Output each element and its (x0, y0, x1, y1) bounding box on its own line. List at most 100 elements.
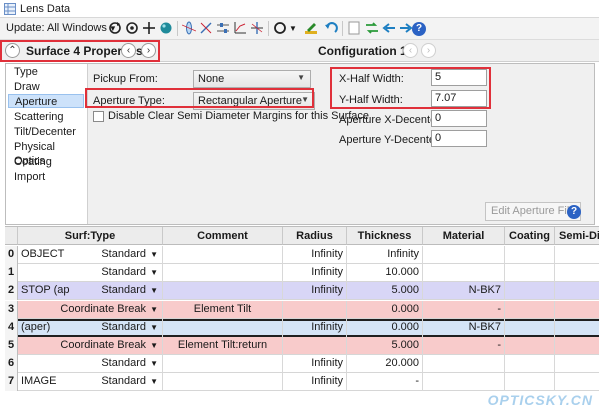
column-header-coating[interactable]: Coating (505, 227, 555, 245)
comment-cell[interactable] (163, 318, 283, 337)
radius-cell[interactable]: Infinity (283, 318, 347, 337)
axes-icon[interactable] (233, 21, 247, 35)
coating-cell[interactable] (505, 264, 555, 283)
semi-diameter-cell[interactable] (555, 355, 599, 373)
ball-icon[interactable] (159, 21, 173, 35)
next-surface-button[interactable]: › (141, 43, 156, 58)
circle-icon[interactable] (273, 21, 287, 35)
coating-cell[interactable] (505, 318, 555, 337)
sidebar-item-draw[interactable]: Draw (8, 80, 84, 94)
surf-type-cell[interactable]: OBJECT Standard ▼ (18, 246, 163, 264)
semi-diameter-cell[interactable] (555, 264, 599, 282)
aperture-type-select[interactable]: Rectangular Aperture ▼ (193, 92, 315, 110)
chevron-down-icon[interactable]: ▼ (150, 246, 158, 263)
help-icon[interactable]: ? (412, 22, 426, 36)
semi-diameter-cell[interactable] (555, 301, 599, 319)
thickness-cell[interactable]: 0.000 (347, 300, 423, 319)
material-cell[interactable] (423, 355, 505, 374)
column-header-material[interactable]: Material (423, 227, 505, 245)
chevron-down-icon[interactable]: ▼ (150, 282, 158, 299)
sidebar-item-type[interactable]: Type (8, 65, 84, 79)
comment-cell[interactable] (163, 282, 283, 301)
crosshair-icon[interactable] (142, 21, 156, 35)
surf-type-cell[interactable]: Coordinate Break ▼ (18, 337, 163, 355)
surf-type-cell[interactable]: Coordinate Break ▼ (18, 300, 163, 319)
chevron-down-icon[interactable]: ▼ (150, 355, 158, 372)
previous-surface-button[interactable]: ‹ (121, 43, 136, 58)
blank-icon[interactable] (347, 21, 361, 35)
table-row[interactable]: 5 Coordinate Break ▼ Element Tilt:return 5.0… (5, 337, 599, 355)
comment-cell[interactable] (163, 355, 283, 374)
update-dropdown[interactable]: Update: All Windows ▼ (6, 22, 117, 34)
arrow-right-icon[interactable] (399, 21, 413, 35)
marker-icon[interactable] (304, 21, 318, 35)
thickness-cell[interactable]: - (347, 373, 423, 392)
paraxial-icon[interactable] (250, 21, 264, 35)
table-row[interactable]: 3 Coordinate Break ▼ Element Tilt 0.000- (5, 300, 599, 319)
material-cell[interactable]: N-BK7 (423, 282, 505, 301)
thickness-cell[interactable]: 20.000 (347, 355, 423, 374)
comment-cell[interactable] (163, 264, 283, 283)
table-row[interactable]: 2 STOP (ap Standard ▼ Infinity 5.000 N-BK7 (5, 282, 599, 301)
column-header-surf-type[interactable]: Surf:Type (18, 227, 163, 245)
undo-icon[interactable] (324, 21, 338, 35)
radius-cell[interactable]: Infinity (283, 246, 347, 264)
material-cell[interactable]: N-BK7 (423, 318, 505, 337)
chevron-down-icon[interactable]: ▼ (150, 337, 158, 354)
comment-cell[interactable]: Element Tilt:return (163, 337, 283, 355)
coating-cell[interactable] (505, 373, 555, 392)
chevron-down-icon[interactable]: ▼ (289, 24, 297, 33)
coating-cell[interactable] (505, 300, 555, 319)
semi-diameter-cell[interactable]: 10 (555, 319, 599, 337)
table-row[interactable]: 4(aper) Standard ▼ Infinity0.000N-BK7 10 (5, 318, 599, 337)
swap-icon[interactable] (365, 21, 379, 35)
surf-type-cell[interactable]: Standard ▼ (18, 264, 163, 283)
column-header-comment[interactable]: Comment (163, 227, 283, 245)
semi-diameter-cell[interactable] (555, 337, 599, 355)
radius-cell[interactable] (283, 337, 347, 355)
arrow-left-icon[interactable] (382, 21, 396, 35)
radius-cell[interactable]: Infinity (283, 355, 347, 374)
chevron-down-icon[interactable]: ▼ (150, 319, 158, 336)
chevron-down-icon[interactable]: ▼ (150, 301, 158, 318)
sidebar-item-aperture[interactable]: Aperture (8, 94, 84, 108)
radius-cell[interactable]: Infinity (283, 264, 347, 283)
material-cell[interactable]: - (423, 337, 505, 355)
thickness-cell[interactable]: 5.000 (347, 337, 423, 355)
semi-diameter-cell[interactable] (555, 282, 599, 300)
coating-cell[interactable] (505, 246, 555, 264)
next-config-button[interactable]: › (421, 43, 436, 58)
radius-cell[interactable]: Infinity (283, 282, 347, 301)
surf-type-cell[interactable]: Standard ▼ (18, 355, 163, 374)
material-cell[interactable] (423, 373, 505, 392)
table-row[interactable]: 1 Standard ▼ Infinity 10.000 (5, 264, 599, 283)
sliders-icon[interactable] (216, 21, 230, 35)
thickness-cell[interactable]: 10.000 (347, 264, 423, 283)
sidebar-item-tilt-decenter[interactable]: Tilt/Decenter (8, 125, 84, 139)
chevron-down-icon[interactable]: ▼ (150, 373, 158, 390)
aperture-x-decenter-input[interactable]: 0 (431, 110, 487, 127)
material-cell[interactable]: - (423, 300, 505, 319)
comment-cell[interactable] (163, 246, 283, 264)
scale-icon[interactable] (199, 21, 213, 35)
column-header-thickness[interactable]: Thickness (347, 227, 423, 245)
thickness-cell[interactable]: 0.000 (347, 318, 423, 337)
material-cell[interactable] (423, 246, 505, 264)
table-row[interactable]: 7 IMAGE Standard ▼ Infinity - (5, 373, 599, 392)
collapse-properties-button[interactable]: ⌃ (5, 43, 20, 58)
surf-type-cell[interactable]: STOP (ap Standard ▼ (18, 282, 163, 301)
table-row[interactable]: 6 Standard ▼ Infinity 20.000 (5, 355, 599, 374)
help-icon[interactable]: ? (567, 205, 581, 219)
radius-cell[interactable] (283, 300, 347, 319)
aperture-y-decenter-input[interactable]: 0 (431, 130, 487, 147)
y-half-width-input[interactable]: 7.07 (431, 90, 487, 107)
column-header-semi-diameter[interactable]: Semi-Di (555, 227, 599, 245)
sidebar-item-import[interactable]: Import (8, 170, 84, 184)
thickness-cell[interactable]: 5.000 (347, 282, 423, 301)
x-half-width-input[interactable]: 5 (431, 69, 487, 86)
lens-icon[interactable] (182, 21, 196, 35)
sidebar-item-coating[interactable]: Coating (8, 155, 84, 169)
disable-margins-checkbox[interactable] (93, 111, 104, 122)
previous-config-button[interactable]: ‹ (403, 43, 418, 58)
sidebar-item-scattering[interactable]: Scattering (8, 110, 84, 124)
